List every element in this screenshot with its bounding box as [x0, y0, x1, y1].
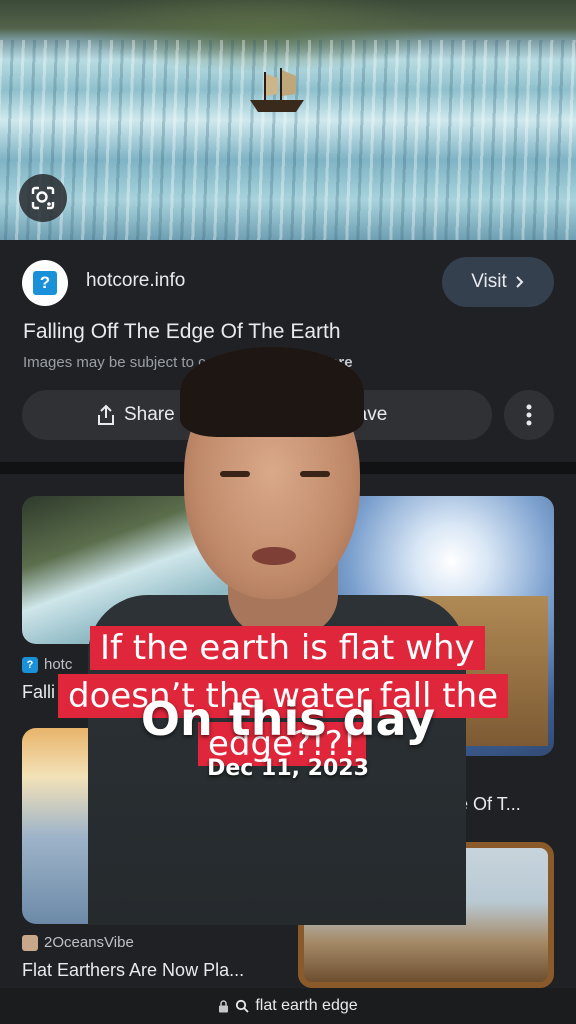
- caption-line-1: If the earth is flat why: [90, 626, 485, 670]
- site-name[interactable]: hotcore.info: [86, 270, 185, 292]
- related-source-name: 2OceansVibe: [44, 934, 134, 951]
- chevron-right-icon: [516, 276, 524, 288]
- lens-search-button[interactable]: [19, 174, 67, 222]
- mouth: [252, 547, 296, 565]
- search-icon: [236, 999, 249, 1013]
- on-this-day-title: On this day: [140, 692, 436, 746]
- related-source-name: hotc: [44, 656, 73, 673]
- site-favicon[interactable]: ?: [22, 260, 68, 306]
- ship-illustration: [250, 68, 304, 112]
- lens-search-icon: [31, 186, 55, 210]
- left-eye: [220, 471, 250, 477]
- more-vertical-icon: [526, 404, 532, 426]
- question-mark-icon: ?: [33, 271, 57, 295]
- more-options-button[interactable]: [504, 390, 554, 440]
- avatar: [22, 934, 38, 951]
- hero-image[interactable]: [0, 0, 576, 240]
- address-bar[interactable]: flat earth edge: [0, 988, 576, 1024]
- hair: [180, 347, 364, 437]
- related-source-3[interactable]: 2OceansVibe: [22, 934, 134, 951]
- right-eye: [300, 471, 330, 477]
- related-source-1[interactable]: ? hotc: [22, 656, 72, 673]
- address-text: flat earth edge: [255, 997, 358, 1014]
- question-mark-icon: ?: [22, 656, 38, 673]
- result-title[interactable]: Falling Off The Edge Of The Earth: [23, 320, 341, 344]
- lock-icon: [219, 999, 229, 1012]
- on-this-day-date: Dec 11, 2023: [207, 756, 369, 781]
- related-title-3[interactable]: Flat Earthers Are Now Pla...: [22, 960, 244, 981]
- related-title-2[interactable]: e Of T...: [458, 794, 521, 815]
- visit-button[interactable]: Visit: [442, 257, 554, 307]
- visit-label: Visit: [471, 271, 507, 292]
